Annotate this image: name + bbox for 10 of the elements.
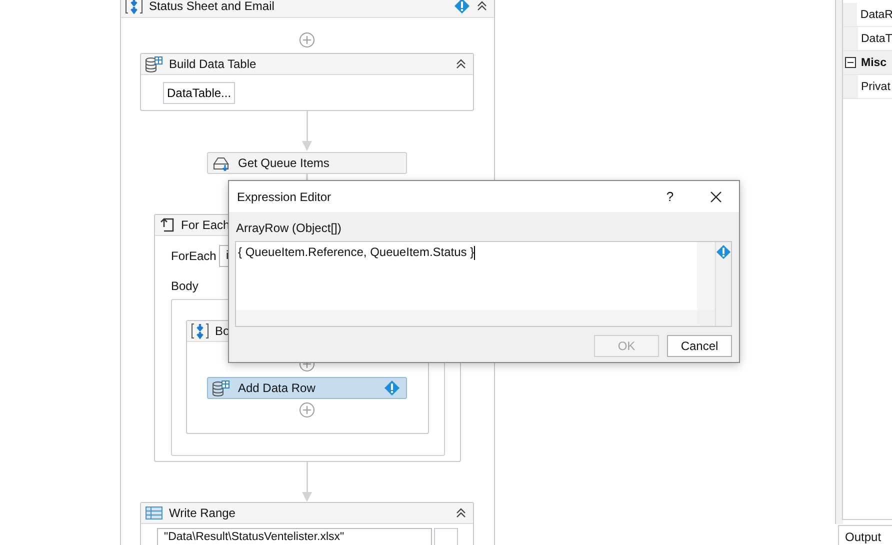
activity-title: Get Queue Items — [238, 156, 330, 170]
category-label: Misc — [860, 56, 887, 68]
foreach-label: ForEach — [171, 249, 216, 263]
expression-label: ArrayRow (Object[]) — [236, 221, 342, 235]
activity-title: Write Range — [169, 506, 236, 520]
sequence-title: Status Sheet and Email — [149, 0, 274, 13]
dialog-title: Expression Editor — [237, 190, 332, 204]
activity-title: Build Data Table — [169, 57, 256, 71]
activity-title: Add Data Row — [238, 381, 316, 395]
body-label: Body — [171, 279, 198, 293]
